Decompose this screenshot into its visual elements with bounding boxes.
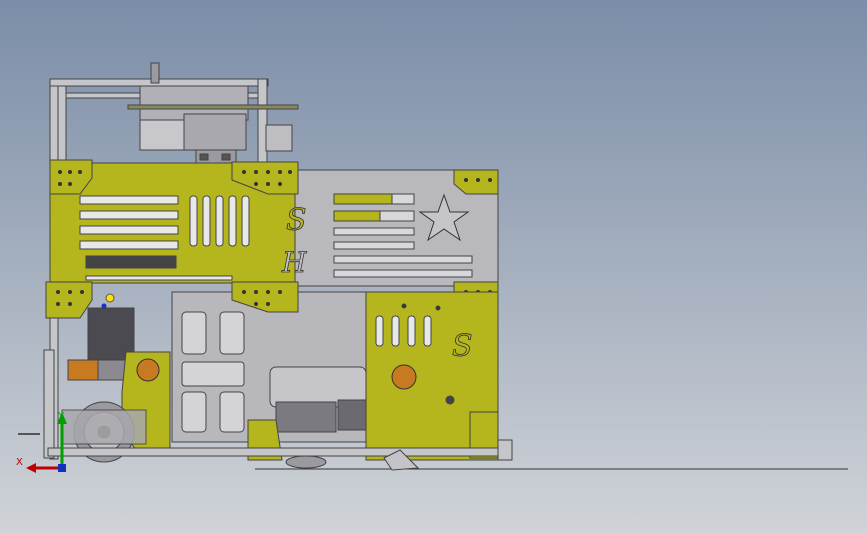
reference-marker <box>101 293 115 309</box>
robot-assembly-model[interactable]: S H S <box>0 0 867 533</box>
emblem-letter-s-top: S <box>286 203 307 238</box>
emblem-letter-s-lower: S <box>452 329 473 364</box>
axis-x-label: X <box>16 457 23 468</box>
lower-left-frame[interactable] <box>43 349 55 459</box>
axis-y-label: Y <box>58 411 65 422</box>
emblem-letter-h: H <box>281 246 307 279</box>
z-axis-marker <box>58 464 66 472</box>
top-motor-assembly[interactable] <box>127 62 299 165</box>
cad-viewport[interactable]: S H S X Y <box>0 0 867 533</box>
